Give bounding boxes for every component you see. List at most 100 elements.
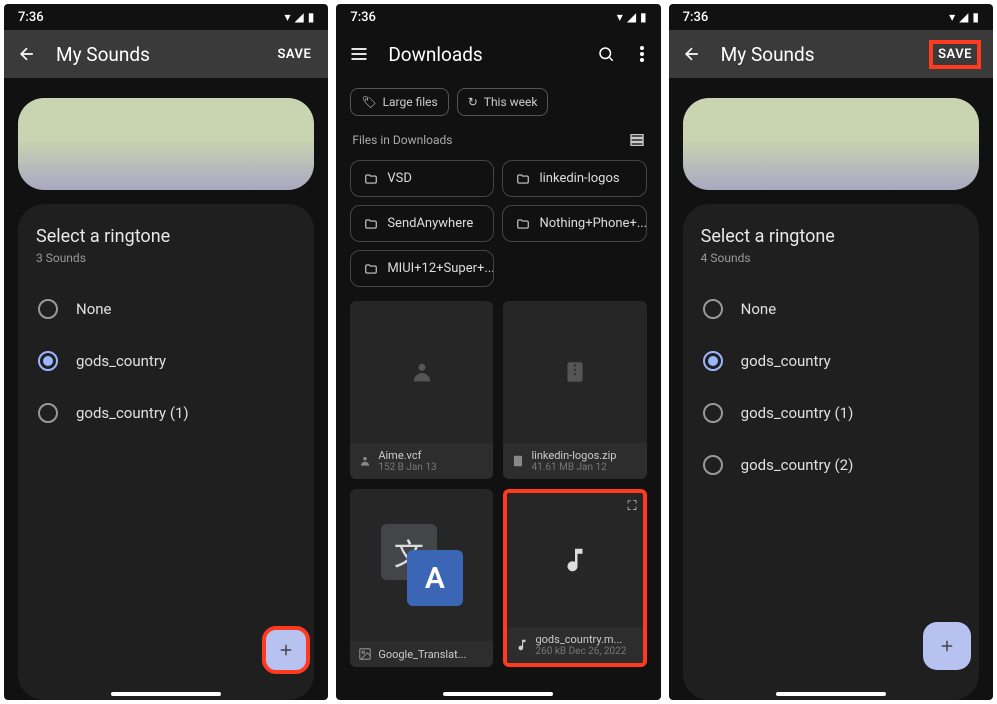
- folder-item[interactable]: VSD: [350, 160, 494, 197]
- clock: 7:36: [18, 10, 44, 25]
- section-header: Files in Downloads: [336, 126, 660, 154]
- nav-pill: [776, 692, 886, 696]
- status-bar: 7:36 ▾ ◢ ▮: [4, 4, 328, 30]
- wifi-icon: ▾: [617, 10, 623, 24]
- card-title: Select a ringtone: [701, 226, 961, 247]
- music-note-icon: [507, 493, 642, 627]
- battery-icon: ▮: [640, 10, 647, 24]
- card-subtitle: 3 Sounds: [36, 251, 296, 265]
- back-icon[interactable]: [16, 43, 38, 65]
- add-fab[interactable]: [262, 626, 310, 674]
- contact-small-icon: [358, 454, 372, 468]
- screen-my-sounds-1: 7:36 ▾ ◢ ▮ My Sounds SAVE Select a ringt…: [4, 4, 328, 700]
- screen-my-sounds-2: 7:36 ▾ ◢ ▮ My Sounds SAVE Select a ringt…: [669, 4, 993, 700]
- radio-icon: [703, 455, 723, 475]
- ringtone-option[interactable]: gods_country: [701, 335, 961, 387]
- clock: 7:36: [683, 10, 709, 25]
- zip-small-icon: [511, 454, 525, 468]
- nav-pill: [111, 692, 221, 696]
- option-label: gods_country: [76, 352, 166, 370]
- folder-item[interactable]: MIUI+12+Super+...: [350, 250, 494, 287]
- chip-this-week[interactable]: ↻ This week: [457, 88, 549, 116]
- folder-icon: [363, 217, 379, 231]
- app-bar: My Sounds SAVE: [669, 30, 993, 78]
- folder-icon: [515, 172, 531, 186]
- signal-icon: ◢: [294, 10, 303, 24]
- folder-item[interactable]: linkedin-logos: [502, 160, 646, 197]
- save-button[interactable]: SAVE: [272, 44, 316, 65]
- radio-checked-icon: [703, 351, 723, 371]
- page-title: My Sounds: [56, 43, 254, 66]
- signal-icon: ◢: [959, 10, 968, 24]
- radio-icon: [703, 299, 723, 319]
- app-bar: My Sounds SAVE: [4, 30, 328, 78]
- option-label: None: [76, 300, 112, 318]
- ringtone-option[interactable]: gods_country (2): [701, 439, 961, 491]
- radio-icon: [703, 403, 723, 423]
- image-small-icon: [358, 647, 372, 661]
- option-label: gods_country (1): [741, 404, 854, 422]
- add-fab[interactable]: [923, 622, 971, 670]
- option-label: None: [741, 300, 777, 318]
- file-name: Aime.vcf: [378, 449, 436, 462]
- search-icon[interactable]: [595, 43, 617, 65]
- status-icons: ▾ ◢ ▮: [617, 10, 647, 24]
- file-footer: Aime.vcf 152 B Jan 13: [350, 443, 493, 479]
- folder-grid: VSD linkedin-logos SendAnywhere Nothing+…: [336, 154, 660, 293]
- save-button[interactable]: SAVE: [929, 40, 981, 69]
- clock: 7:36: [350, 10, 376, 25]
- ringtone-option[interactable]: None: [701, 283, 961, 335]
- hero-banner: [683, 98, 979, 190]
- folder-icon: [363, 172, 379, 186]
- radio-icon: [38, 299, 58, 319]
- ringtone-card: Select a ringtone 3 Sounds None gods_cou…: [18, 204, 314, 700]
- file-footer: linkedin-logos.zip 41.61 MB Jan 12: [503, 443, 646, 479]
- status-bar: 7:36 ▾ ◢ ▮: [336, 4, 660, 30]
- folder-icon: [515, 217, 531, 231]
- screen-downloads: 7:36 ▾ ◢ ▮ Downloads 🏷 Large files ↻ Thi…: [336, 4, 660, 700]
- overflow-icon[interactable]: [635, 43, 649, 65]
- file-footer: Google_Translat...: [350, 641, 493, 667]
- folder-icon: [363, 262, 379, 276]
- file-card[interactable]: Aime.vcf 152 B Jan 13: [350, 301, 493, 479]
- file-card-audio[interactable]: ⛶ gods_country.m... 260 kB Dec 26, 2022: [503, 489, 646, 667]
- view-toggle-icon[interactable]: [629, 132, 645, 148]
- file-sub: 41.61 MB Jan 12: [531, 462, 616, 473]
- music-small-icon: [515, 638, 529, 652]
- filter-chips: 🏷 Large files ↻ This week: [336, 78, 660, 126]
- ringtone-option[interactable]: None: [36, 283, 296, 335]
- radio-checked-icon: [38, 351, 58, 371]
- wifi-icon: ▾: [949, 10, 955, 24]
- battery-icon: ▮: [308, 10, 315, 24]
- app-bar: Downloads: [336, 30, 660, 78]
- file-name: gods_country.m...: [535, 633, 626, 646]
- option-label: gods_country: [741, 352, 831, 370]
- battery-icon: ▮: [972, 10, 979, 24]
- option-label: gods_country (1): [76, 404, 189, 422]
- chip-large-files[interactable]: 🏷 Large files: [350, 88, 448, 116]
- expand-icon: ⛶: [628, 499, 637, 514]
- nav-pill: [443, 692, 553, 696]
- contact-icon: [350, 301, 493, 443]
- page-title: My Sounds: [721, 43, 911, 66]
- ringtone-option[interactable]: gods_country (1): [36, 387, 296, 439]
- signal-icon: ◢: [627, 10, 636, 24]
- menu-icon[interactable]: [348, 43, 370, 65]
- folder-item[interactable]: Nothing+Phone+...: [502, 205, 646, 242]
- status-icons: ▾ ◢ ▮: [284, 10, 314, 24]
- history-icon: ↻: [468, 95, 478, 109]
- back-icon[interactable]: [681, 43, 703, 65]
- status-icons: ▾ ◢ ▮: [949, 10, 979, 24]
- radio-icon: [38, 403, 58, 423]
- card-title: Select a ringtone: [36, 226, 296, 247]
- tag-icon: 🏷: [361, 95, 376, 109]
- folder-item[interactable]: SendAnywhere: [350, 205, 494, 242]
- file-card[interactable]: linkedin-logos.zip 41.61 MB Jan 12: [503, 301, 646, 479]
- file-name: Google_Translat...: [378, 648, 466, 661]
- file-footer: gods_country.m... 260 kB Dec 26, 2022: [507, 627, 642, 663]
- ringtone-option[interactable]: gods_country (1): [701, 387, 961, 439]
- file-card[interactable]: 文 A Google_Translat...: [350, 489, 493, 667]
- ringtone-option[interactable]: gods_country: [36, 335, 296, 387]
- file-sub: 152 B Jan 13: [378, 462, 436, 473]
- option-label: gods_country (2): [741, 456, 854, 474]
